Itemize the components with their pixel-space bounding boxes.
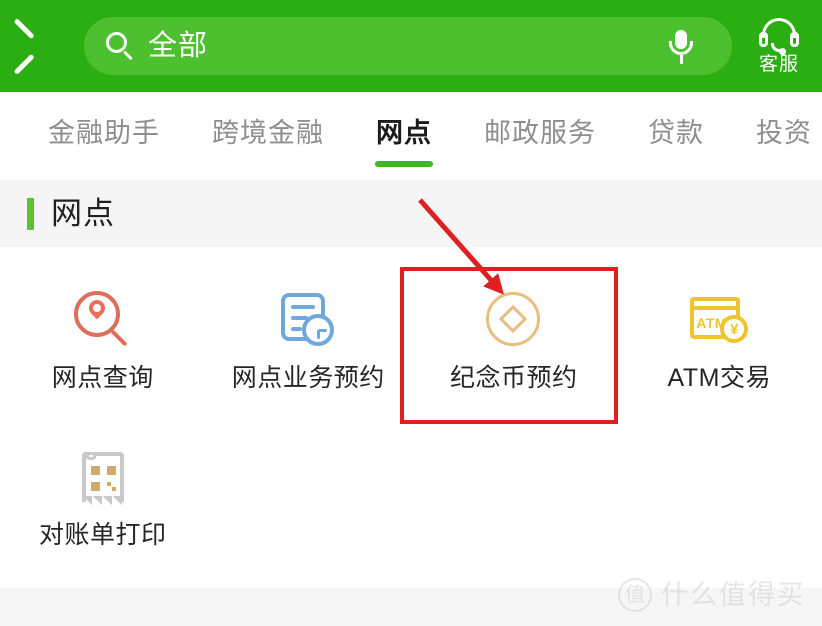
- search-input[interactable]: 全部: [84, 17, 732, 75]
- search-input-value: 全部: [148, 29, 209, 62]
- coin-icon: [483, 289, 545, 351]
- atm-card-icon: ATM ¥: [688, 289, 750, 351]
- tab-label: 金融助手: [48, 117, 160, 148]
- tab-cross-border-finance[interactable]: 跨境金融: [186, 92, 350, 180]
- tab-underline: [375, 161, 433, 167]
- tab-label: 投资: [756, 117, 812, 148]
- tab-label: 邮政服务: [484, 117, 596, 148]
- yen-symbol: ¥: [730, 320, 739, 338]
- customer-service-label: 客服: [758, 54, 799, 75]
- grid-item-label: 对账单打印: [38, 521, 167, 549]
- tab-label: 网点: [376, 117, 432, 148]
- doc-clock-icon: [277, 289, 339, 351]
- tab-branch[interactable]: 网点: [350, 92, 458, 180]
- receipt-qr-icon: [72, 446, 134, 508]
- pin-search-icon: [72, 289, 134, 351]
- search-icon: [106, 32, 134, 61]
- category-tabs: 金融助手 跨境金融 网点 邮政服务 贷款 投资: [0, 92, 822, 180]
- grid-item-label: 网点查询: [51, 364, 154, 392]
- microphone-icon[interactable]: [668, 30, 694, 64]
- app-header: 全部 客服: [0, 0, 822, 92]
- watermark-text: 什么值得买: [661, 579, 806, 610]
- grid-item-branch-appointment[interactable]: 网点业务预约: [206, 247, 412, 404]
- grid-item-statement-print[interactable]: 对账单打印: [0, 404, 206, 561]
- tab-label: 跨境金融: [212, 117, 324, 148]
- chevron-left-icon: [29, 26, 55, 66]
- service-grid: 网点查询 网点业务预约 纪念币预约 ATM ¥ ATM交易 对账单打印: [0, 247, 822, 561]
- tab-postal-service[interactable]: 邮政服务: [458, 92, 622, 180]
- section-title: 网点: [51, 196, 115, 231]
- headset-icon: [757, 18, 801, 55]
- customer-service-button[interactable]: 客服: [732, 0, 822, 92]
- watermark-badge: 值: [618, 578, 652, 612]
- tab-investment[interactable]: 投资: [730, 92, 822, 180]
- grid-item-branch-query[interactable]: 网点查询: [0, 247, 206, 404]
- grid-item-label: ATM交易: [667, 364, 771, 392]
- grid-item-atm-transaction[interactable]: ATM ¥ ATM交易: [617, 247, 822, 404]
- tab-label: 贷款: [648, 117, 704, 148]
- app-root: 全部 客服 金融助手 跨境金融 网点 邮政服务 贷款 投资 网点 网点查询 网点…: [0, 0, 822, 626]
- tab-finance-assistant[interactable]: 金融助手: [0, 92, 186, 180]
- watermark: 值 什么值得买: [618, 578, 806, 612]
- grid-item-label: 纪念币预约: [449, 364, 578, 392]
- grid-item-commemorative-coin-appointment[interactable]: 纪念币预约: [411, 247, 617, 404]
- section-header: 网点: [0, 180, 822, 247]
- section-accent-bar: [27, 197, 34, 230]
- back-button[interactable]: [0, 0, 84, 92]
- grid-item-label: 网点业务预约: [231, 364, 385, 392]
- tab-loan[interactable]: 贷款: [622, 92, 730, 180]
